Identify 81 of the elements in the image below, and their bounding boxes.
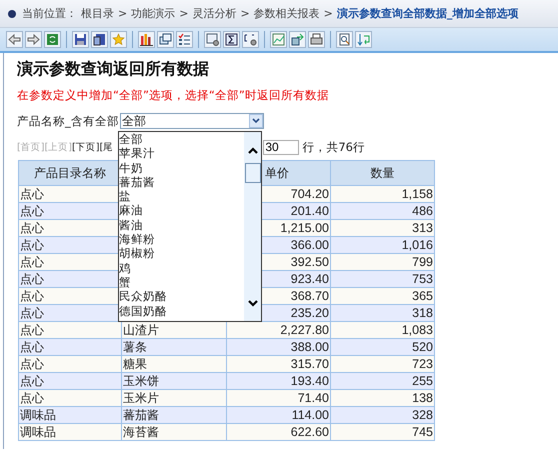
column-header: 数量: [330, 160, 434, 186]
table-cell: 114.00: [226, 406, 330, 424]
table-cell: 723: [330, 356, 434, 372]
dropdown-option[interactable]: 全部: [119, 132, 244, 146]
pager-link[interactable]: [尾: [100, 140, 114, 154]
scroll-thumb[interactable]: [244, 163, 260, 183]
pager-link[interactable]: [下页]: [72, 140, 100, 154]
save-as-icon[interactable]: [91, 31, 108, 48]
product-dropdown[interactable]: 全部: [120, 113, 264, 129]
forward-arrow-icon[interactable]: [25, 31, 42, 48]
sort-icon[interactable]: [355, 31, 372, 48]
table-cell: 1,016: [330, 236, 434, 254]
table-cell: 193.40: [226, 372, 330, 390]
table-cell: 520: [330, 338, 434, 356]
windows-icon[interactable]: [157, 31, 174, 48]
table-cell: 蕃茄酱: [122, 406, 226, 424]
table-cell: 1,158: [330, 186, 434, 202]
table-cell: 1,083: [330, 322, 434, 338]
page-size-field[interactable]: 30: [263, 140, 300, 154]
scroll-down-icon[interactable]: [246, 299, 258, 309]
table-cell: 点心: [18, 390, 122, 406]
note-text: 在参数定义中增加“全部”选项，选择“全部”时返回所有数据: [17, 88, 330, 103]
refresh-icon[interactable]: [44, 31, 61, 48]
table-cell: 2,227.80: [226, 322, 330, 338]
star-icon[interactable]: [110, 31, 127, 48]
table-cell: 753: [330, 270, 434, 288]
sigma-icon[interactable]: [223, 31, 240, 48]
breadcrumb-link[interactable]: 功能演示: [131, 6, 176, 21]
parameter-label: 产品名称_含有全部: [17, 114, 119, 128]
table-cell: 486: [330, 202, 434, 220]
table-cell: 点心: [18, 338, 122, 356]
table-cell: 海苔酱: [122, 424, 226, 440]
table-cell: 622.60: [226, 424, 330, 440]
pager-link: [上页]: [44, 140, 72, 154]
breadcrumb-label: 当前位置：: [22, 6, 77, 21]
preview-icon[interactable]: [336, 31, 353, 48]
scroll-up-icon[interactable]: [246, 145, 258, 155]
scrollbar[interactable]: [244, 132, 261, 321]
settings-icon[interactable]: [204, 31, 221, 48]
table-cell: 山渣片: [122, 322, 226, 338]
bullet-icon: [8, 10, 16, 18]
breadcrumb-separator: >: [118, 7, 128, 20]
breadcrumb-separator: >: [240, 7, 250, 20]
breadcrumb-link[interactable]: 参数相关报表: [254, 6, 320, 21]
table-cell: 糖果: [122, 356, 226, 372]
save-icon[interactable]: [72, 31, 89, 48]
help-settings-icon[interactable]: [242, 31, 259, 48]
table-cell: 315.70: [226, 356, 330, 372]
bar-chart-icon[interactable]: [138, 31, 155, 48]
table-cell: 点心: [18, 356, 122, 372]
row-count-text: 行，共76行: [302, 140, 365, 154]
table-cell: 745: [330, 424, 434, 440]
pager-link: [首页]: [17, 140, 44, 154]
breadcrumb-link[interactable]: 根目录: [81, 6, 114, 21]
table-cell: 调味品: [18, 406, 122, 424]
table-cell: 255: [330, 372, 434, 390]
report-title: 演示参数查询返回所有数据: [17, 59, 210, 80]
table-cell: 328: [330, 406, 434, 424]
dropdown-option[interactable]: 苹果汁: [119, 146, 244, 161]
breadcrumb-separator: >: [179, 7, 188, 20]
print-icon[interactable]: [308, 31, 325, 48]
breadcrumb-separator: >: [324, 7, 333, 20]
checklist-icon[interactable]: [176, 31, 193, 48]
table-cell: 玉米片: [122, 390, 226, 406]
table-cell: 388.00: [226, 338, 330, 356]
table-cell: 玉米饼: [122, 372, 226, 390]
table-cell: 调味品: [18, 424, 122, 440]
breadcrumb-current: 演示参数查询全部数据_增加全部选项: [336, 6, 518, 21]
chart-icon[interactable]: [270, 31, 287, 48]
table-cell: 点心: [18, 322, 122, 338]
table-cell: 318: [330, 304, 434, 322]
table-cell: 313: [330, 220, 434, 236]
table-cell: 71.40: [226, 390, 330, 406]
breadcrumb-link[interactable]: 灵活分析: [192, 6, 236, 21]
table-cell: 点心: [18, 372, 122, 390]
table-cell: 799: [330, 254, 434, 270]
table-cell: 138: [330, 390, 434, 406]
export-icon[interactable]: [289, 31, 306, 48]
table-cell: 365: [330, 288, 434, 304]
back-arrow-icon[interactable]: [6, 31, 23, 48]
table-cell: 薯条: [122, 338, 226, 356]
